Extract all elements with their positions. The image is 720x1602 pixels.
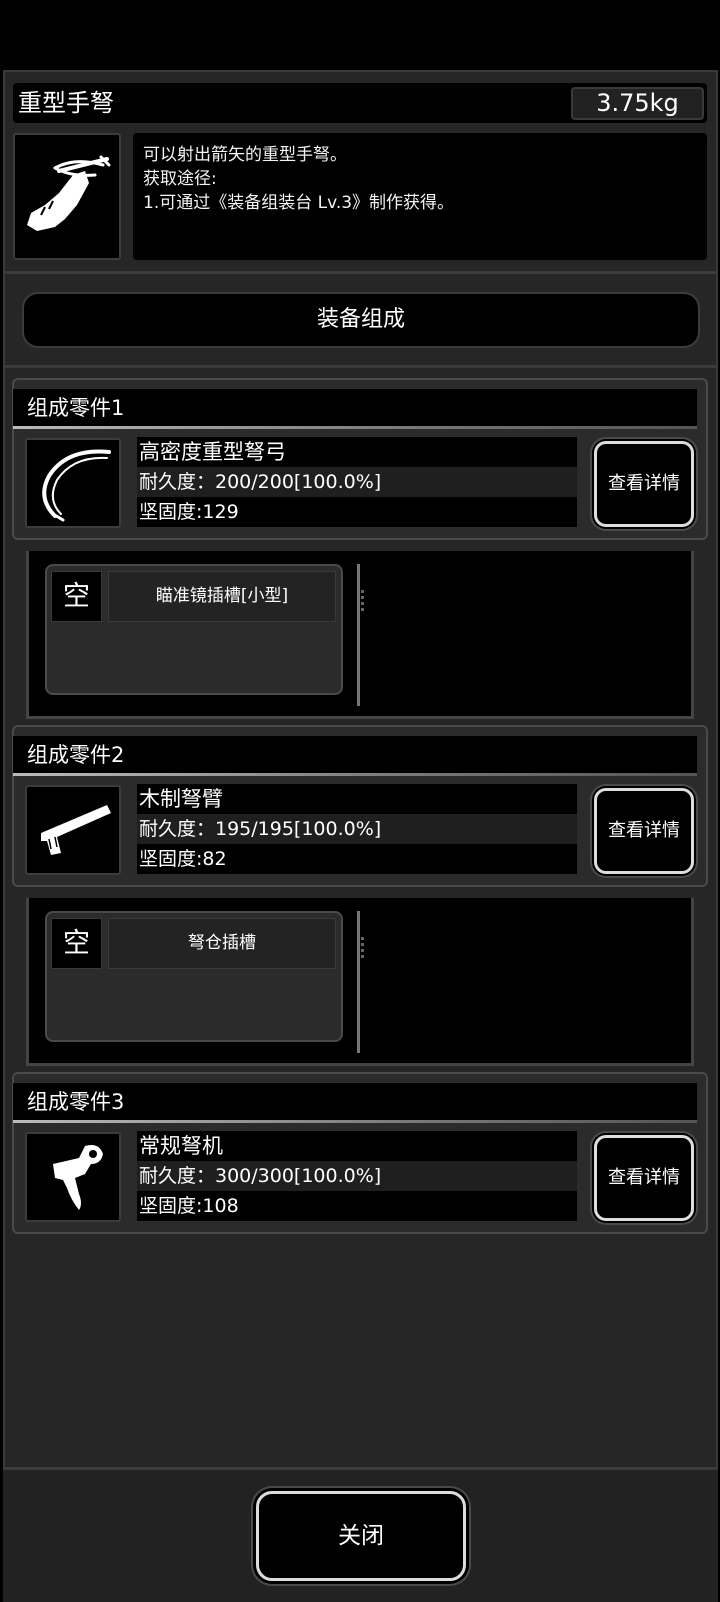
slot-name-scope: 瞄准镜插槽[小型]: [108, 571, 336, 622]
part-header-underline: [13, 1120, 697, 1123]
equipment-composition-button[interactable]: 装备组成: [22, 292, 700, 348]
part-hardness: 坚固度:108: [137, 1191, 577, 1221]
close-button[interactable]: 关闭: [256, 1491, 466, 1581]
part-header-underline: [13, 426, 697, 429]
slot-empty-indicator: 空: [51, 918, 102, 969]
part-durability: 耐久度：200/200[100.0%]: [137, 467, 577, 497]
part-stats-2: 木制弩臂 耐久度：195/195[100.0%] 坚固度:82: [137, 784, 577, 874]
part-hardness: 坚固度:129: [137, 497, 577, 527]
part-icon-frame: [25, 785, 121, 875]
slot-empty-indicator: 空: [51, 571, 102, 622]
part-header-underline: [13, 773, 697, 776]
part-icon-frame: [25, 438, 121, 528]
view-details-button-3[interactable]: 查看详情: [594, 1135, 694, 1221]
part-name: 常规弩机: [137, 1131, 577, 1161]
item-weight: 3.75kg: [571, 87, 704, 120]
slot-scrollbar[interactable]: [357, 564, 360, 706]
crossbow-trigger-icon: [53, 1145, 103, 1210]
slot-scrollbar[interactable]: [357, 911, 360, 1053]
part-stats-3: 常规弩机 耐久度：300/300[100.0%] 坚固度:108: [137, 1131, 577, 1221]
slot-name-magazine: 弩仓插槽: [108, 918, 336, 969]
part-hardness: 坚固度:82: [137, 844, 577, 874]
item-icon-frame: [13, 133, 121, 260]
view-details-button-2[interactable]: 查看详情: [594, 788, 694, 874]
part-header-1: 组成零件1: [13, 389, 697, 427]
description-line: 可以射出箭矢的重型手弩。: [143, 145, 347, 165]
part-icon-frame: [25, 1132, 121, 1222]
part-header-2: 组成零件2: [13, 736, 697, 774]
description-line: 1.可通过《装备组装台 Lv.3》制作获得。: [143, 193, 455, 213]
scroll-handle-icon: [361, 937, 364, 959]
part-header-3: 组成零件3: [13, 1083, 697, 1121]
crossbow-hand-icon: [27, 155, 111, 231]
divider: [3, 365, 718, 368]
item-description: 可以射出箭矢的重型手弩。 获取途径: 1.可通过《装备组装台 Lv.3》制作获得…: [133, 133, 707, 260]
part-name: 高密度重型弩弓: [137, 437, 577, 467]
part-stats-1: 高密度重型弩弓 耐久度：200/200[100.0%] 坚固度:129: [137, 437, 577, 527]
divider: [3, 271, 718, 274]
crossbow-bow-icon: [42, 449, 111, 522]
part-durability: 耐久度：300/300[100.0%]: [137, 1161, 577, 1191]
scroll-handle-icon: [361, 590, 364, 612]
part-durability: 耐久度：195/195[100.0%]: [137, 814, 577, 844]
view-details-button-1[interactable]: 查看详情: [594, 441, 694, 527]
part-name: 木制弩臂: [137, 784, 577, 814]
item-name: 重型手弩: [18, 89, 114, 117]
crossbow-stock-icon: [41, 805, 111, 855]
description-line: 获取途径:: [143, 169, 217, 189]
